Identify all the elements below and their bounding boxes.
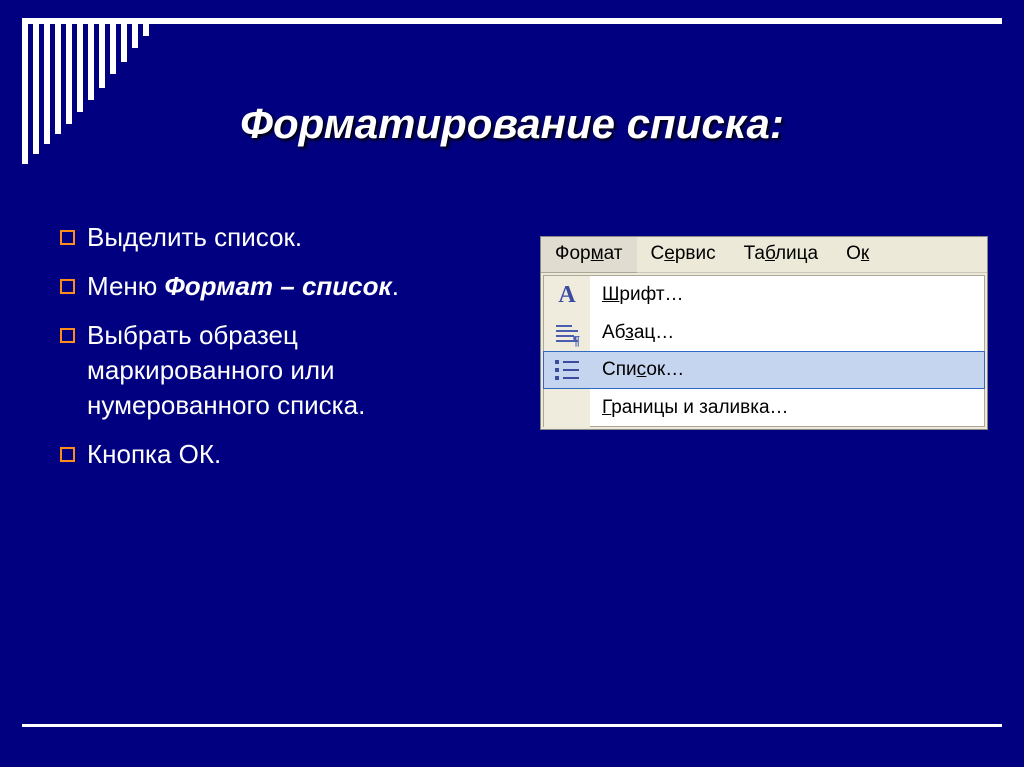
paragraph-icon: ¶ (544, 314, 590, 352)
bullet-marker (60, 328, 75, 343)
word-menu-screenshot: Формат Сервис Таблица Ок A Шрифт… ¶ (540, 236, 988, 430)
bullet-marker (60, 230, 75, 245)
menu-service[interactable]: Сервис (637, 237, 730, 272)
bullet-text: Кнопка ОК. (87, 437, 460, 472)
bullet-text: Выбрать образец маркированного или нумер… (87, 318, 460, 423)
list-icon (544, 351, 590, 389)
top-rule (22, 18, 1002, 24)
menu-item-font[interactable]: A Шрифт… (544, 276, 984, 314)
list-item: Выделить список. (60, 220, 460, 255)
list-item: Кнопка ОК. (60, 437, 460, 472)
bullet-marker (60, 447, 75, 462)
slide-title: Форматирование списка: (0, 100, 1024, 148)
bullet-text: Меню Формат – список. (87, 269, 460, 304)
bullet-list: Выделить список. Меню Формат – список. В… (60, 220, 460, 487)
menu-item-list[interactable]: Список… (543, 351, 985, 389)
borders-icon (544, 389, 590, 427)
bullet-text: Выделить список. (87, 220, 460, 255)
font-icon: A (544, 276, 590, 314)
menu-item-borders[interactable]: Границы и заливка… (544, 388, 984, 426)
format-dropdown: A Шрифт… ¶ Абзац… (543, 275, 985, 427)
list-item: Выбрать образец маркированного или нумер… (60, 318, 460, 423)
menu-format[interactable]: Формат (541, 237, 637, 273)
list-item: Меню Формат – список. (60, 269, 460, 304)
bullet-marker (60, 279, 75, 294)
menu-table[interactable]: Таблица (730, 237, 833, 272)
bottom-rule (22, 724, 1002, 727)
menubar: Формат Сервис Таблица Ок (541, 237, 987, 273)
menu-window[interactable]: Ок (832, 237, 883, 272)
menu-item-paragraph[interactable]: ¶ Абзац… (544, 314, 984, 352)
